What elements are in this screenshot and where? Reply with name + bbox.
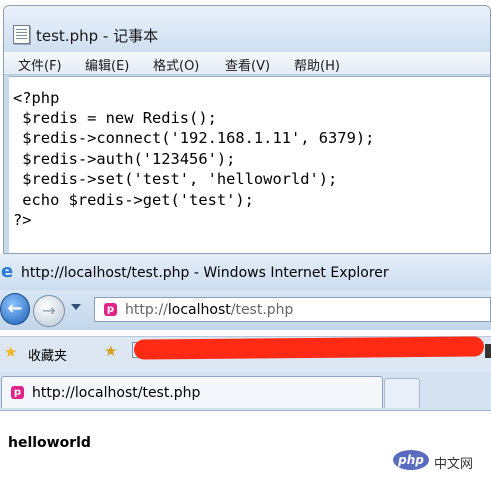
back-button[interactable]: ← [0,293,30,325]
code-line: $redis->set('test', 'helloworld'); [13,170,338,188]
code-line: <?php [13,89,60,107]
address-url: http://localhost/test.php [125,302,293,318]
ie-logo-icon: e [1,261,14,282]
menu-format[interactable]: 格式(O) [153,55,199,74]
address-path: /test.php [230,302,294,318]
address-bar[interactable]: p http://localhost/test.php [94,297,491,322]
menu-edit[interactable]: 编辑(E) [85,55,129,74]
code-line: echo $redis->get('test'); [13,191,254,209]
site-favicon-icon: p [104,303,117,316]
back-arrow-icon: ← [7,298,23,319]
code-line: $redis->auth('123456'); [13,150,236,168]
page-output: helloworld [8,435,91,451]
new-tab-button[interactable] [384,378,420,408]
menu-file[interactable]: 文件(F) [18,55,62,74]
history-dropdown-icon[interactable] [71,304,81,310]
tab-label: http://localhost/test.php [32,385,201,401]
star-icon[interactable]: ★ [4,345,17,360]
code-line: ?> [13,211,32,229]
forward-button[interactable]: → [33,295,65,327]
watermark-text: 中文网 [434,457,474,472]
notepad-text-area[interactable]: <?php $redis = new Redis(); $redis->conn… [9,76,490,253]
ie-titlebar[interactable]: e http://localhost/test.php - Windows In… [0,254,491,290]
tab-active[interactable]: p http://localhost/test.php [1,376,383,408]
code-line: $redis->connect('192.168.1.11', 6379); [13,129,375,147]
tab-favicon-icon: p [11,386,24,399]
address-prefix: http:// [125,302,168,318]
ie-window-title: http://localhost/test.php - Windows Inte… [21,265,389,281]
address-host: localhost [167,302,231,318]
redaction-mark [133,336,485,360]
code-line: $redis = new Redis(); [13,109,217,127]
favorites-button[interactable]: 收藏夹 [28,345,67,364]
menu-view[interactable]: 查看(V) [225,55,270,74]
notepad-menubar: 文件(F) 编辑(E) 格式(O) 查看(V) 帮助(H) [4,52,490,75]
notepad-icon [13,25,30,44]
forward-arrow-icon: → [42,301,56,320]
menu-help[interactable]: 帮助(H) [294,55,340,74]
watermark-logo: php [393,450,429,470]
add-favorite-icon[interactable]: ★ [104,344,117,359]
notepad-window: test.php - 记事本 文件(F) 编辑(E) 格式(O) 查看(V) 帮… [3,5,491,254]
toolbar-overflow-icon[interactable] [485,344,491,358]
notepad-titlebar[interactable]: test.php - 记事本 [4,6,490,52]
notepad-title: test.php - 记事本 [36,27,159,45]
